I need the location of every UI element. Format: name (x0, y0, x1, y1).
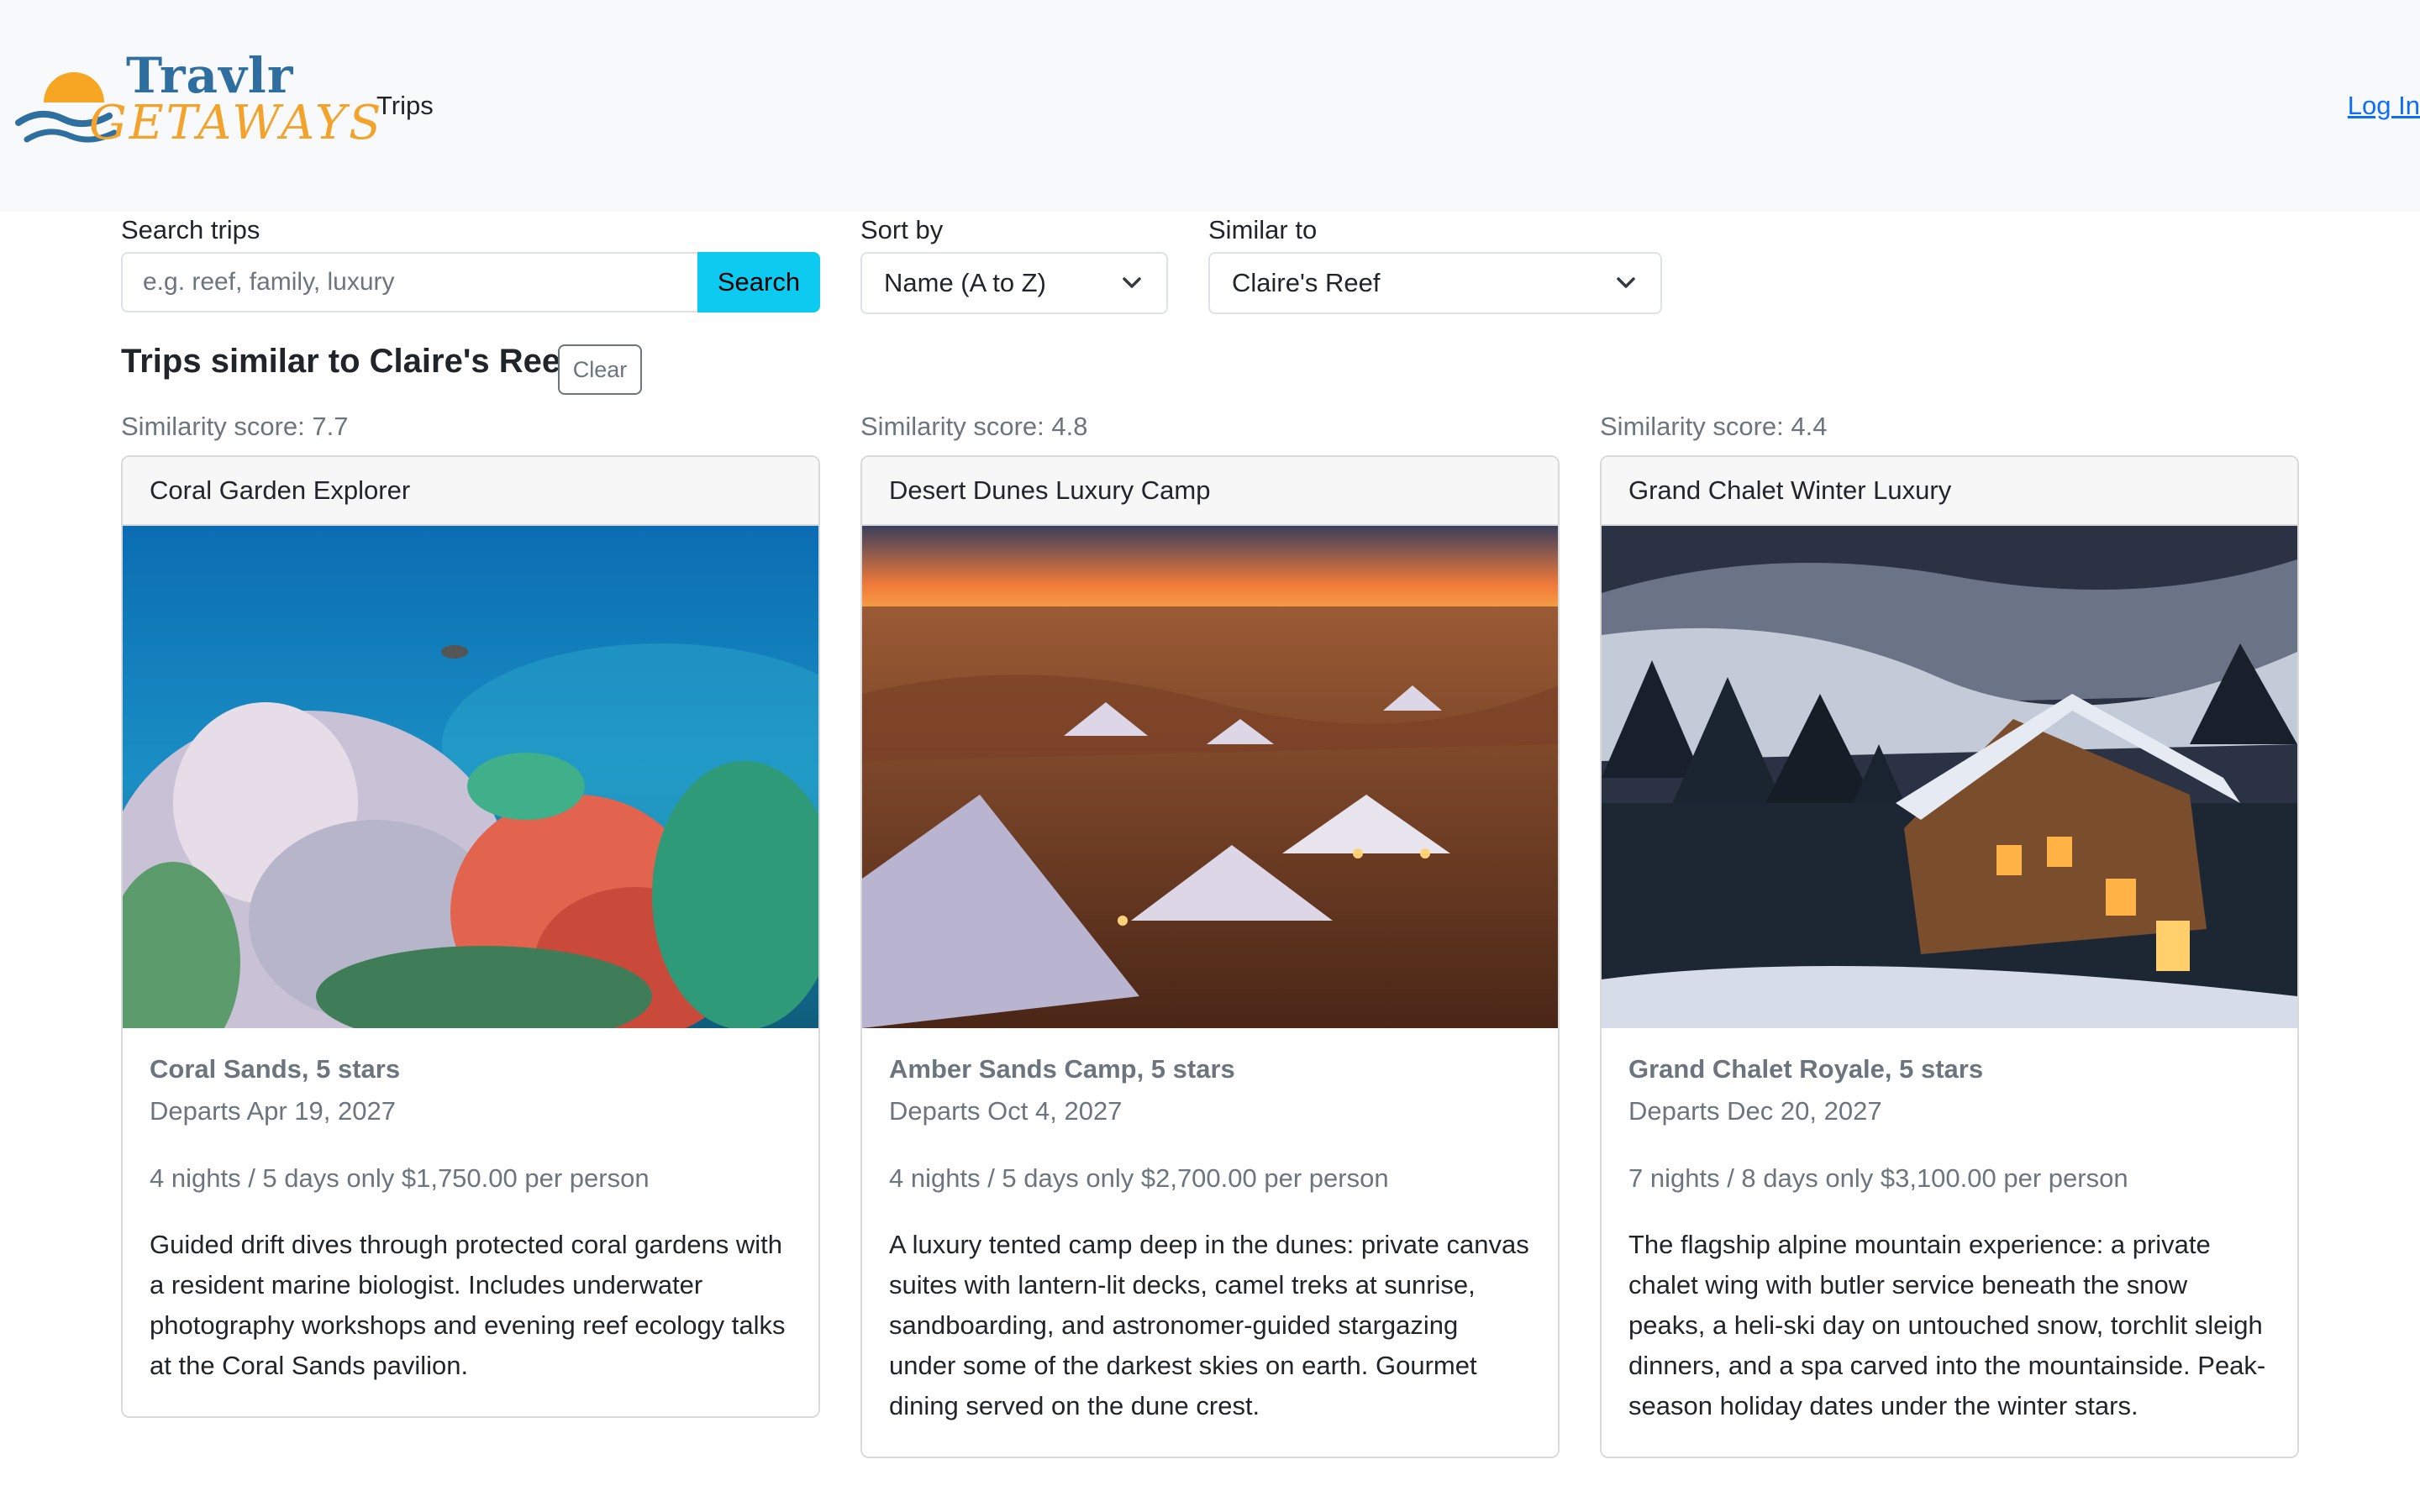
trip-card-body: Coral Sands, 5 stars Departs Apr 19, 202… (123, 1028, 818, 1416)
nav-trips-link[interactable]: Trips (376, 91, 434, 121)
trip-description: Guided drift dives through protected cor… (150, 1230, 786, 1380)
trip-price: 4 nights / 5 days only $1,750.00 per per… (150, 1163, 650, 1193)
brand-logo[interactable]: Travlr GETAWAYS (15, 44, 381, 161)
trip-card-title: Grand Chalet Winter Luxury (1602, 457, 2297, 526)
trip-hotel: Grand Chalet Royale, 5 stars (1628, 1054, 1984, 1084)
trip-price: 7 nights / 8 days only $3,100.00 per per… (1628, 1163, 2128, 1193)
chevron-down-icon (1617, 277, 1635, 288)
results-heading: Trips similar to Claire's Reef (121, 343, 572, 380)
trip-departure: Departs Oct 4, 2027 (889, 1096, 1123, 1126)
sort-select-value: Name (A to Z) (884, 268, 1046, 297)
clear-button[interactable]: Clear (558, 344, 642, 395)
trip-card-body: Amber Sands Camp, 5 stars Departs Oct 4,… (862, 1028, 1558, 1457)
trip-card[interactable]: Grand Chalet Winter Luxury Grand Chalet … (1600, 455, 2299, 1458)
navbar: Travlr GETAWAYS Trips Log In (0, 0, 2420, 212)
trip-hotel: Coral Sands, 5 stars (150, 1054, 401, 1084)
brand-tagline: GETAWAYS (89, 96, 384, 150)
sort-label: Sort by (860, 215, 944, 244)
alpine-chalet-image (1602, 526, 2297, 1028)
similar-select[interactable]: Claire's Reef (1208, 252, 1662, 314)
trip-card[interactable]: Desert Dunes Luxury Camp Amber Sands Cam… (860, 455, 1560, 1458)
search-label: Search trips (121, 215, 260, 244)
trip-card-body: Grand Chalet Royale, 5 stars Departs Dec… (1602, 1028, 2297, 1457)
search-input[interactable] (121, 252, 697, 312)
similarity-score: Similarity score: 4.8 (860, 412, 1088, 441)
trip-departure: Departs Apr 19, 2027 (150, 1096, 396, 1126)
trip-hotel: Amber Sands Camp, 5 stars (889, 1054, 1235, 1084)
trip-description: The flagship alpine mountain experience:… (1628, 1230, 2266, 1420)
trip-departure: Departs Dec 20, 2027 (1628, 1096, 1882, 1126)
chevron-down-icon (1123, 277, 1141, 288)
trip-price: 4 nights / 5 days only $2,700.00 per per… (889, 1163, 1389, 1193)
similar-select-value: Claire's Reef (1232, 268, 1381, 297)
trip-card-title: Coral Garden Explorer (123, 457, 818, 526)
coral-reef-image (123, 526, 818, 1028)
trip-card-title: Desert Dunes Luxury Camp (862, 457, 1558, 526)
search-button[interactable]: Search (697, 252, 820, 312)
desert-camp-image (862, 526, 1558, 1028)
similarity-score: Similarity score: 7.7 (121, 412, 349, 441)
login-link[interactable]: Log In (2348, 91, 2420, 121)
trip-card[interactable]: Coral Garden Explorer Coral Sands, 5 sta… (121, 455, 820, 1418)
similar-label: Similar to (1208, 215, 1318, 244)
sort-select[interactable]: Name (A to Z) (860, 252, 1168, 314)
trip-description: A luxury tented camp deep in the dunes: … (889, 1230, 1529, 1420)
similarity-score: Similarity score: 4.4 (1600, 412, 1828, 441)
